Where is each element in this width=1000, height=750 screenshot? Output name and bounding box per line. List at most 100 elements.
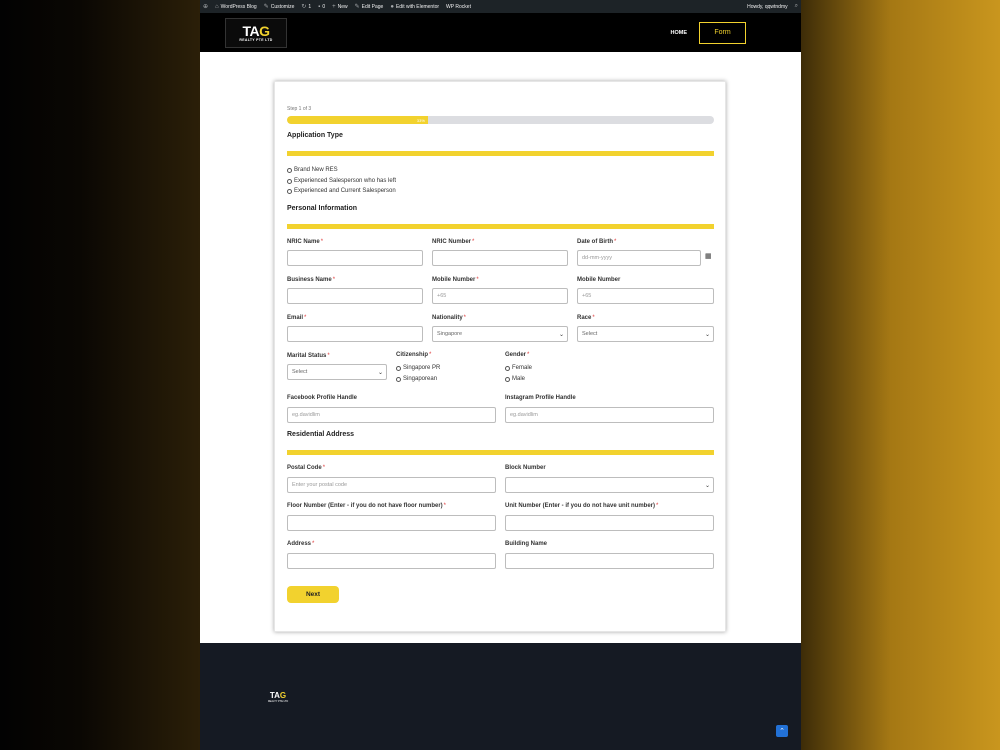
nric-number-input[interactable] [432,250,568,266]
radio-circle[interactable] [505,365,510,371]
label-nric-name: NRIC Name* [287,239,324,245]
calendar-icon[interactable]: ▦ [705,252,712,260]
radio-male[interactable]: Male [505,376,525,382]
nationality-select[interactable]: Singapore ⌄ [432,326,568,342]
label-date-of-birth: Date of Birth* [577,239,617,245]
facebook-handle-input[interactable]: eg.davidlim [287,407,496,423]
wp-admin-bar: ⊕ ⌂ WordPress Blog ✎ Customize ↻ 1 ▪ 0 + New … [200,0,801,13]
refresh-icon: ↻ [301,4,307,10]
mobile-number-secondary-input[interactable]: +65 [577,288,714,304]
elementor-icon: ● [390,3,394,10]
address-input[interactable] [287,553,496,569]
label-marital-status: Marital Status* [287,353,330,359]
race-select[interactable]: Select ⌄ [577,326,714,342]
footer-logo[interactable]: TAG REALTY PTE LTD [262,688,294,706]
section-title-application-type: Application Type [287,132,343,139]
floor-number-input[interactable] [287,515,496,531]
page-content: Step 1 of 3 33% Application Type Brand N… [200,52,801,643]
nav-form-button[interactable]: Form [699,21,746,44]
background-left [0,0,200,750]
postal-code-input[interactable]: Enter your postal code [287,477,496,493]
site-footer: TAG REALTY PTE LTD ⌃ [200,643,801,750]
section-divider [287,450,714,455]
radio-singapore-pr[interactable]: Singapore PR [396,365,440,371]
chevron-down-icon: ⌄ [377,369,383,376]
adminbar-comments[interactable]: ▪ 0 [318,4,325,10]
progress-fill: 33% [287,116,428,124]
radio-circle[interactable] [396,376,401,382]
chevron-up-icon: ⌃ [779,728,785,735]
adminbar-site[interactable]: ⌂ WordPress Blog [215,4,257,10]
instagram-handle-input[interactable]: eg.davidlim [505,407,714,423]
site-logo[interactable]: TAG REALTY PTE LTD [225,17,287,48]
label-facebook-handle: Facebook Profile Handle [287,395,358,401]
adminbar-elementor[interactable]: ● Edit with Elementor [390,4,439,10]
radio-brand-new-res[interactable]: Brand New RES [287,167,338,173]
section-divider [287,224,714,229]
adminbar-edit-page[interactable]: ✎ Edit Page [354,3,384,11]
email-input[interactable] [287,326,423,342]
adminbar-greeting[interactable]: Howdy, qqwtndmy [747,4,787,10]
label-address: Address* [287,541,315,547]
home-icon: ⌂ [215,3,219,10]
label-building-name: Building Name [505,541,548,547]
radio-female[interactable]: Female [505,365,532,371]
label-business-name: Business Name* [287,277,336,283]
mobile-number-input[interactable]: +65 [432,288,568,304]
section-title-residential-address: Residential Address [287,431,355,438]
site-header: TAG REALTY PTE LTD HOME Form [200,13,801,52]
radio-circle[interactable] [287,178,292,184]
scroll-to-top-button[interactable]: ⌃ [776,725,788,737]
unit-number-input[interactable] [505,515,714,531]
building-name-input[interactable] [505,553,714,569]
chevron-down-icon: ⌄ [704,331,710,338]
brush-icon: ✎ [263,4,269,10]
label-nationality: Nationality* [432,315,467,321]
label-gender: Gender* [505,352,530,358]
label-email: Email* [287,315,307,321]
label-race: Race* [577,315,595,321]
comment-icon: ▪ [318,3,321,10]
block-number-select[interactable]: ⌄ [505,477,714,493]
radio-experienced-left[interactable]: Experienced Salesperson who has left [287,178,396,184]
chevron-down-icon: ⌄ [704,482,710,489]
label-instagram-handle: Instagram Profile Handle [505,395,576,401]
adminbar-updates[interactable]: ↻ 1 [301,3,311,11]
next-button[interactable]: Next [287,586,339,603]
business-name-input[interactable] [287,288,423,304]
adminbar-wp-rocket[interactable]: WP Rocket [446,4,471,10]
radio-circle[interactable] [396,365,401,371]
section-title-personal-information: Personal Information [287,205,358,212]
marital-status-select[interactable]: Select ⌄ [287,364,387,380]
label-citizenship: Citizenship* [396,352,432,358]
section-divider [287,151,714,156]
radio-experienced-current[interactable]: Experienced and Current Salesperson [287,188,396,194]
search-icon[interactable]: ⌕ [795,3,798,10]
wp-logo-icon[interactable]: ⊕ [203,3,208,10]
label-floor-number: Floor Number (Enter - if you do not have… [287,503,447,509]
step-indicator: Step 1 of 3 [287,106,312,112]
label-mobile-number: Mobile Number [577,277,621,283]
browser-viewport: ⊕ ⌂ WordPress Blog ✎ Customize ↻ 1 ▪ 0 + New … [200,0,801,750]
nav-home[interactable]: HOME [671,30,688,36]
radio-singaporean[interactable]: Singaporean [396,376,437,382]
main-nav: HOME Form [671,13,746,52]
background-right [801,0,1000,750]
label-mobile-number-required: Mobile Number* [432,277,479,283]
label-nric-number: NRIC Number* [432,239,475,245]
nric-name-input[interactable] [287,250,423,266]
label-unit-number: Unit Number (Enter - if you do not have … [505,503,659,509]
radio-circle[interactable] [287,188,292,194]
date-of-birth-input[interactable]: dd-mm-yyyy [577,250,701,266]
chevron-down-icon: ⌄ [558,331,564,338]
label-block-number: Block Number [505,465,546,471]
radio-circle[interactable] [287,167,292,173]
adminbar-new[interactable]: + New [332,4,348,10]
pencil-icon: ✎ [354,4,360,10]
label-postal-code: Postal Code* [287,465,326,471]
plus-icon: + [332,3,336,10]
form-card: Step 1 of 3 33% Application Type Brand N… [274,81,726,632]
progress-bar: 33% [287,116,714,124]
adminbar-customize[interactable]: ✎ Customize [263,3,295,11]
radio-circle[interactable] [505,376,510,382]
